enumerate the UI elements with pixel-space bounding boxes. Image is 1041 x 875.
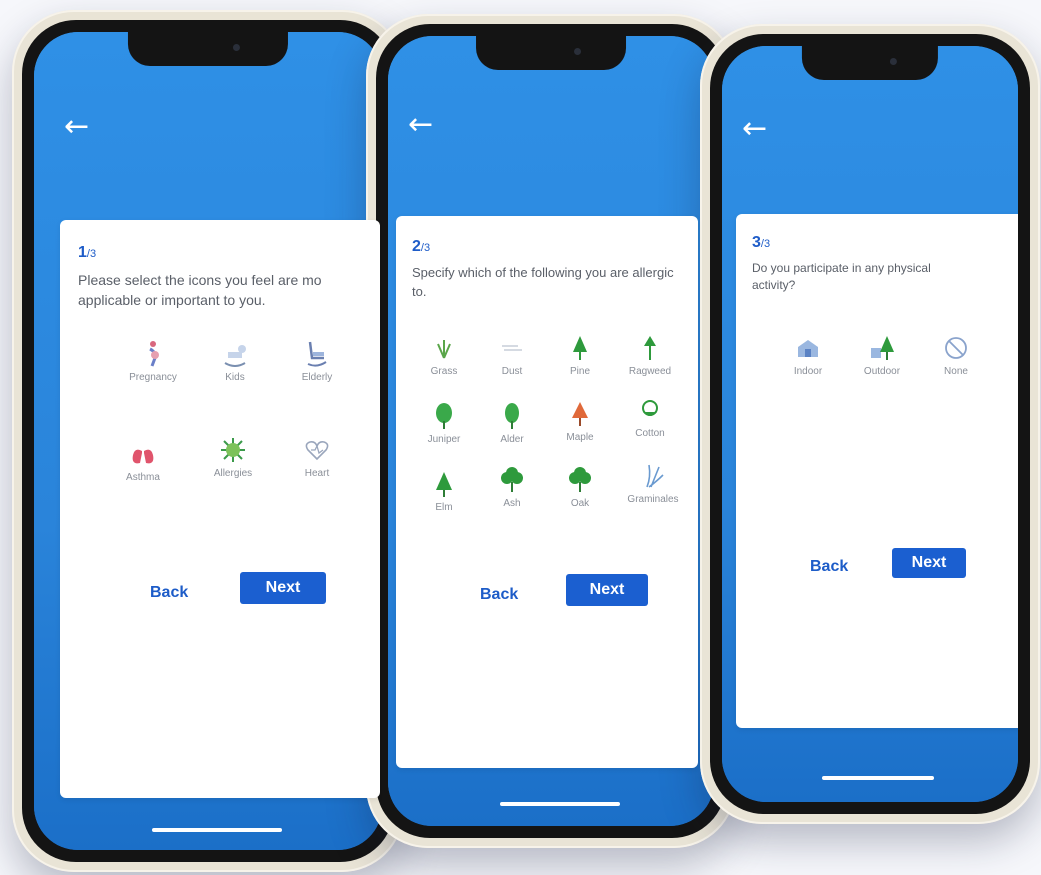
question-text: Specify which of the following you are a…: [412, 265, 674, 299]
options-grid: Grass Dust Pine Ragweed Juniper Alder Ma…: [396, 334, 698, 534]
ragweed-icon: [616, 334, 684, 362]
questionnaire-card: 3/3 Do you participate in any physical a…: [736, 214, 1018, 728]
option-label: Ash: [503, 498, 521, 509]
option-label: Elm: [435, 502, 453, 513]
lungs-icon: [108, 440, 178, 468]
step-indicator: 3/3: [752, 234, 771, 251]
dust-icon: [480, 334, 544, 362]
home-indicator: [822, 776, 934, 780]
next-button[interactable]: Next: [240, 572, 326, 604]
option-grass[interactable]: Grass: [412, 334, 476, 377]
phone-bezel: ← 2/3 Specify which of the following you…: [376, 24, 726, 838]
step-indicator: 1/3: [78, 244, 97, 261]
indoor-icon: [776, 334, 840, 362]
option-label: Kids: [225, 372, 245, 383]
options-grid: Pregnancy Kids Elderly Asthma Allergies …: [60, 340, 380, 520]
pine-tree-icon: [548, 334, 612, 362]
option-none[interactable]: None: [924, 334, 988, 377]
home-indicator: [152, 828, 282, 832]
rocking-horse-icon: [200, 340, 270, 368]
back-button[interactable]: Back: [810, 558, 848, 576]
option-label: Graminales: [627, 494, 679, 505]
back-button[interactable]: Back: [480, 586, 518, 604]
option-label: Pine: [569, 366, 590, 377]
option-heart[interactable]: Heart: [282, 436, 352, 479]
option-maple[interactable]: Maple: [548, 400, 612, 443]
back-arrow-icon[interactable]: ←: [742, 114, 767, 144]
step-indicator: 2/3: [412, 238, 431, 255]
back-arrow-icon[interactable]: ←: [408, 110, 433, 140]
cotton-icon: [618, 396, 682, 424]
option-asthma[interactable]: Asthma: [108, 440, 178, 483]
virus-icon: [198, 436, 268, 464]
option-indoor[interactable]: Indoor: [776, 334, 840, 377]
option-dust[interactable]: Dust: [480, 334, 544, 377]
next-button[interactable]: Next: [566, 574, 648, 606]
rocking-chair-icon: [282, 340, 352, 368]
phone-step-1: ← 1/3 Please select the icons you feel a…: [12, 10, 404, 872]
home-indicator: [500, 802, 620, 806]
option-label: Allergies: [213, 468, 253, 479]
option-label: Grass: [430, 366, 458, 377]
option-label: None: [944, 366, 968, 377]
option-elderly[interactable]: Elderly: [282, 340, 352, 383]
option-cotton[interactable]: Cotton: [618, 396, 682, 439]
app-screen: ← 3/3 Do you participate in any physical…: [722, 46, 1018, 802]
option-ragweed[interactable]: Ragweed: [616, 334, 684, 377]
option-alder[interactable]: Alder: [480, 402, 544, 445]
questionnaire-card: 2/3 Specify which of the following you a…: [396, 216, 698, 768]
option-label: Indoor: [793, 366, 823, 377]
option-elm[interactable]: Elm: [412, 470, 476, 513]
option-label: Dust: [501, 366, 523, 377]
option-label: Outdoor: [863, 366, 901, 377]
none-icon: [924, 334, 988, 362]
option-pine[interactable]: Pine: [548, 334, 612, 377]
phone-notch: [127, 32, 289, 66]
ash-tree-icon: [480, 466, 544, 494]
elm-tree-icon: [412, 470, 476, 498]
options-grid: Indoor Outdoor None: [736, 334, 1018, 394]
back-button[interactable]: Back: [150, 584, 188, 602]
option-label: Maple: [566, 432, 594, 443]
question-text: Do you participate in any physical activ…: [752, 261, 931, 293]
outdoor-icon: [850, 334, 914, 362]
option-label: Alder: [500, 434, 524, 445]
option-label: Ragweed: [628, 366, 672, 377]
app-screen: ← 2/3 Specify which of the following you…: [388, 36, 714, 826]
heart-icon: [282, 436, 352, 464]
option-label: Juniper: [427, 434, 461, 445]
option-oak[interactable]: Oak: [548, 466, 612, 509]
oak-tree-icon: [548, 466, 612, 494]
juniper-tree-icon: [412, 402, 476, 430]
option-label: Pregnancy: [129, 372, 177, 383]
phone-step-3: ← 3/3 Do you participate in any physical…: [700, 24, 1040, 824]
alder-tree-icon: [480, 402, 544, 430]
app-screen: ← 1/3 Please select the icons you feel a…: [34, 32, 382, 850]
option-ash[interactable]: Ash: [480, 466, 544, 509]
back-arrow-icon[interactable]: ←: [64, 112, 89, 142]
option-label: Heart: [304, 468, 330, 479]
phone-notch: [476, 36, 626, 70]
option-label: Asthma: [126, 472, 160, 483]
option-label: Elderly: [301, 372, 333, 383]
graminales-icon: [618, 462, 688, 490]
option-graminales[interactable]: Graminales: [618, 462, 688, 505]
pregnancy-icon: [118, 340, 188, 368]
option-kids[interactable]: Kids: [200, 340, 270, 383]
phone-bezel: ← 3/3 Do you participate in any physical…: [710, 34, 1030, 814]
option-allergies[interactable]: Allergies: [198, 436, 268, 479]
option-label: Cotton: [635, 428, 665, 439]
questionnaire-card: 1/3 Please select the icons you feel are…: [60, 220, 380, 798]
maple-tree-icon: [548, 400, 612, 428]
option-outdoor[interactable]: Outdoor: [850, 334, 914, 377]
question-text: Please select the icons you feel are mo …: [78, 272, 322, 309]
phone-bezel: ← 1/3 Please select the icons you feel a…: [22, 20, 394, 862]
next-button[interactable]: Next: [892, 548, 966, 578]
phone-step-2: ← 2/3 Specify which of the following you…: [366, 14, 736, 848]
grass-icon: [412, 334, 476, 362]
option-label: Oak: [570, 498, 590, 509]
option-pregnancy[interactable]: Pregnancy: [118, 340, 188, 383]
option-juniper[interactable]: Juniper: [412, 402, 476, 445]
phone-notch: [801, 46, 939, 80]
